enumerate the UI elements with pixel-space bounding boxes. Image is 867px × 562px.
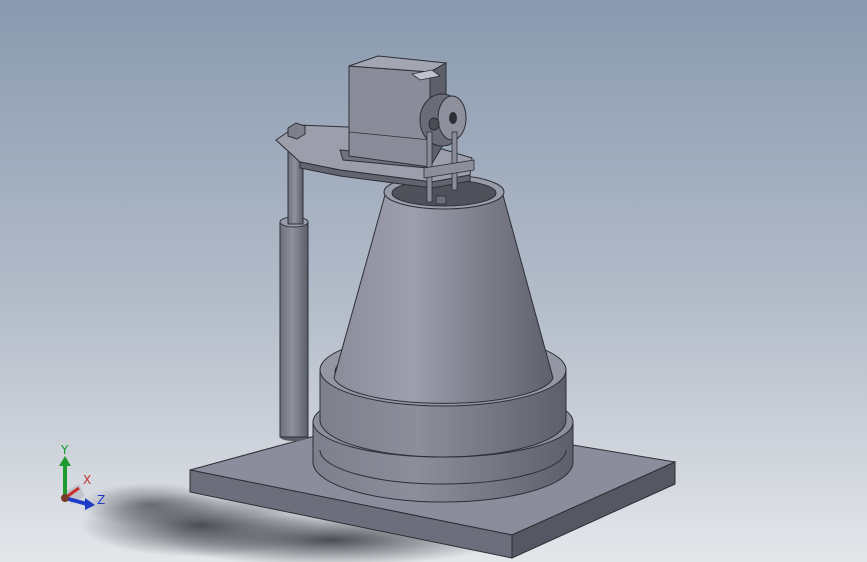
hopper-cone[interactable] xyxy=(333,174,554,404)
y-axis-label: Y xyxy=(61,443,69,457)
cad-viewport[interactable]: Y X Z xyxy=(0,0,867,562)
support-column[interactable] xyxy=(279,147,309,441)
axis-triad: Y X Z xyxy=(45,440,115,520)
x-axis-label: X xyxy=(83,473,92,487)
model-scene[interactable] xyxy=(0,0,867,562)
z-axis-label: Z xyxy=(97,493,106,507)
